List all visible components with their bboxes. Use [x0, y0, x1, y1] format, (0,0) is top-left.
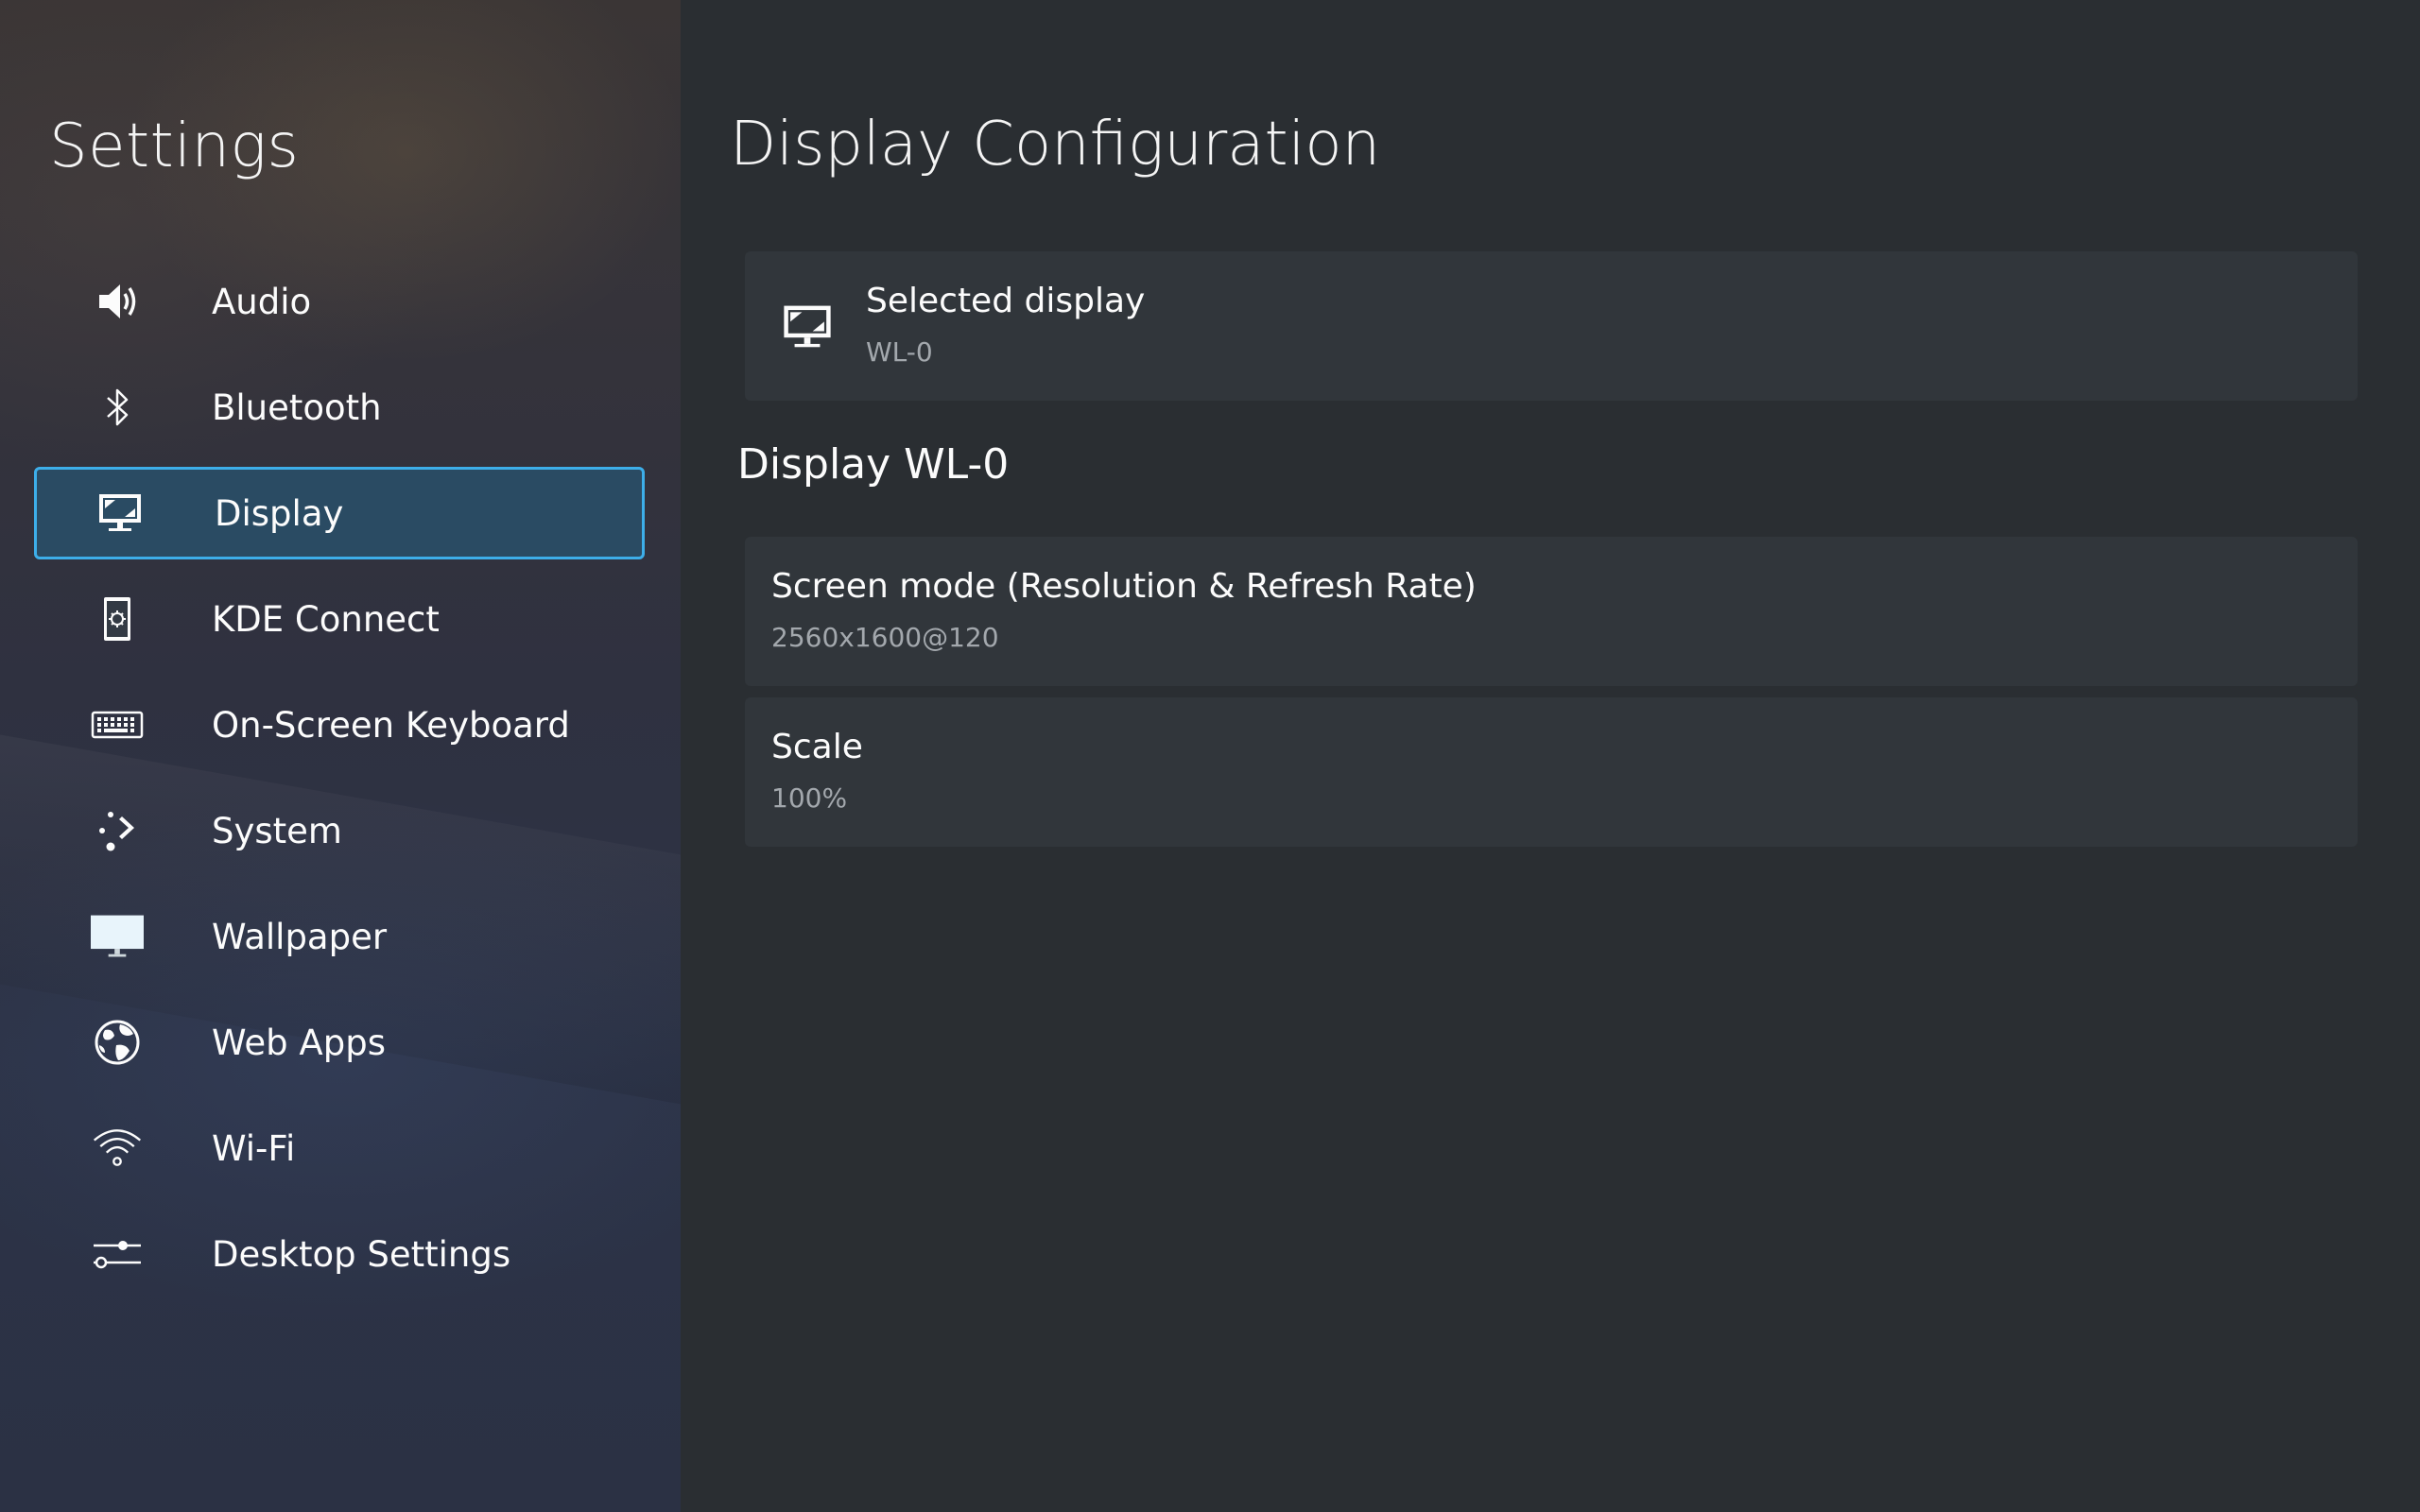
screen-mode-label: Screen mode (Resolution & Refresh Rate): [771, 567, 1477, 606]
scale-card[interactable]: Scale 100%: [745, 697, 2358, 847]
sidebar-nav: Audio Bluetooth Display KDE Connect On-S…: [34, 255, 645, 1314]
sidebar-title: Settings: [49, 112, 300, 181]
sidebar-item-label: Bluetooth: [212, 387, 382, 428]
sidebar-item-label: Display: [215, 492, 344, 534]
kde-connect-icon: [91, 593, 144, 645]
sidebar-item-label: On-Screen Keyboard: [212, 704, 570, 746]
display-icon: [94, 487, 147, 540]
sidebar: Settings Audio Bluetooth Display KDE Con…: [0, 0, 681, 1512]
sidebar-item-label: Wallpaper: [212, 916, 388, 957]
sidebar-item-label: Audio: [212, 281, 312, 322]
sidebar-item-label: System: [212, 810, 342, 851]
bluetooth-icon: [91, 381, 144, 434]
sidebar-item-bluetooth[interactable]: Bluetooth: [34, 361, 645, 454]
sliders-icon: [91, 1228, 144, 1280]
sidebar-item-web-apps[interactable]: Web Apps: [34, 996, 645, 1089]
sidebar-item-label: Wi-Fi: [212, 1127, 296, 1169]
wifi-icon: [91, 1122, 144, 1175]
sidebar-item-audio[interactable]: Audio: [34, 255, 645, 348]
sidebar-item-label: KDE Connect: [212, 598, 440, 640]
section-heading: Display WL-0: [737, 440, 1010, 489]
speaker-icon: [91, 275, 144, 328]
page-title: Display Configuration: [730, 110, 1381, 180]
display-icon: [781, 301, 834, 353]
keyboard-icon: [91, 698, 144, 751]
selected-display-card[interactable]: Selected display WL-0: [745, 251, 2358, 401]
sidebar-item-wallpaper[interactable]: Wallpaper: [34, 890, 645, 983]
sidebar-item-label: Web Apps: [212, 1022, 386, 1063]
sidebar-item-wifi[interactable]: Wi-Fi: [34, 1102, 645, 1194]
sidebar-item-label: Desktop Settings: [212, 1233, 511, 1275]
sidebar-item-kde-connect[interactable]: KDE Connect: [34, 573, 645, 665]
screen-mode-value: 2560x1600@120: [771, 622, 999, 653]
selected-display-value: WL-0: [866, 336, 933, 368]
selected-display-label: Selected display: [866, 282, 1146, 320]
main-content: Display Configuration Selected display W…: [681, 0, 2420, 1512]
settings-window: Settings Audio Bluetooth Display KDE Con…: [0, 0, 2420, 1512]
scale-label: Scale: [771, 728, 863, 766]
sidebar-item-display[interactable]: Display: [34, 467, 645, 559]
scale-value: 100%: [771, 782, 848, 814]
wallpaper-icon: [91, 910, 144, 963]
system-icon: [91, 804, 144, 857]
sidebar-item-system[interactable]: System: [34, 784, 645, 877]
sidebar-item-on-screen-keyboard[interactable]: On-Screen Keyboard: [34, 679, 645, 771]
sidebar-item-desktop-settings[interactable]: Desktop Settings: [34, 1208, 645, 1300]
globe-icon: [91, 1016, 144, 1069]
screen-mode-card[interactable]: Screen mode (Resolution & Refresh Rate) …: [745, 537, 2358, 686]
